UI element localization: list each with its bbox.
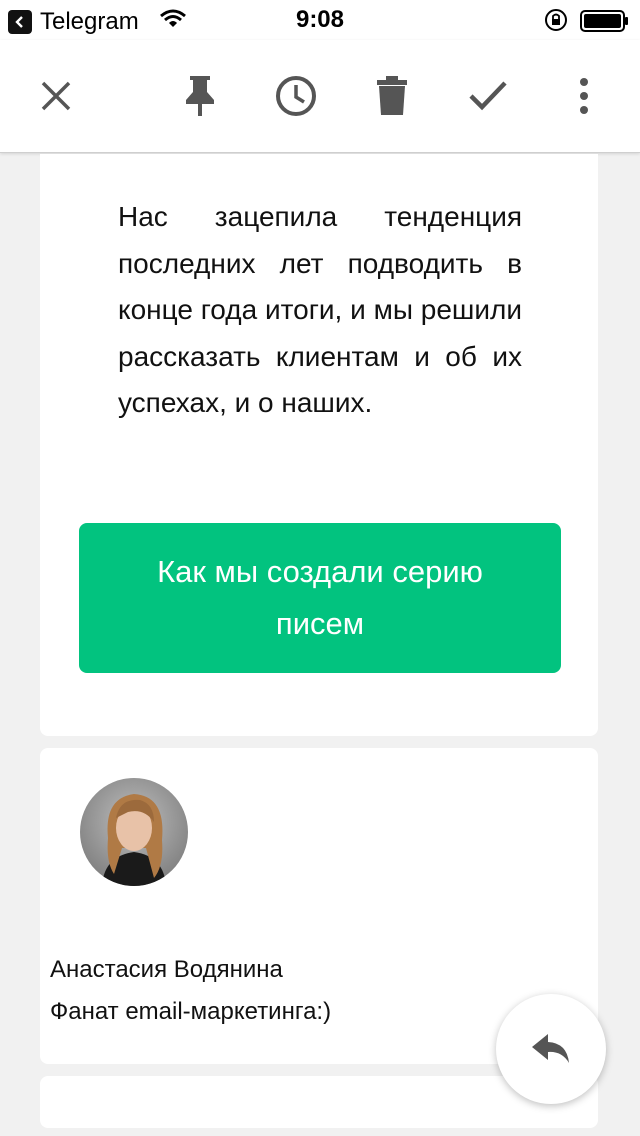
pin-button[interactable] bbox=[172, 68, 228, 124]
done-icon bbox=[469, 81, 507, 111]
close-button[interactable] bbox=[28, 68, 84, 124]
rotation-lock-icon bbox=[543, 8, 569, 39]
mark-done-button[interactable] bbox=[460, 68, 516, 124]
more-icon bbox=[580, 78, 588, 114]
email-toolbar bbox=[0, 40, 640, 153]
signature-name: Анастасия Водянина bbox=[50, 956, 283, 983]
snooze-button[interactable] bbox=[268, 68, 324, 124]
delete-button[interactable] bbox=[364, 68, 420, 124]
close-icon bbox=[41, 81, 71, 111]
signature-role: Фанат email-маркетинга:) bbox=[50, 998, 332, 1025]
more-options-button[interactable] bbox=[556, 68, 612, 124]
battery-icon bbox=[580, 10, 630, 39]
avatar bbox=[80, 778, 188, 886]
pin-icon bbox=[186, 76, 214, 116]
email-paragraph: Нас зацепила тенденция последних лет под… bbox=[118, 201, 522, 418]
email-body-card: Нас зацепила тенденция последних лет под… bbox=[40, 154, 598, 736]
delete-icon bbox=[377, 76, 407, 115]
status-bar: Telegram 9:08 bbox=[0, 0, 640, 40]
snooze-icon bbox=[276, 76, 316, 116]
cta-button[interactable]: Как мы создали серию писем bbox=[79, 523, 561, 673]
reply-button[interactable] bbox=[496, 994, 606, 1104]
reply-icon bbox=[532, 1034, 569, 1063]
